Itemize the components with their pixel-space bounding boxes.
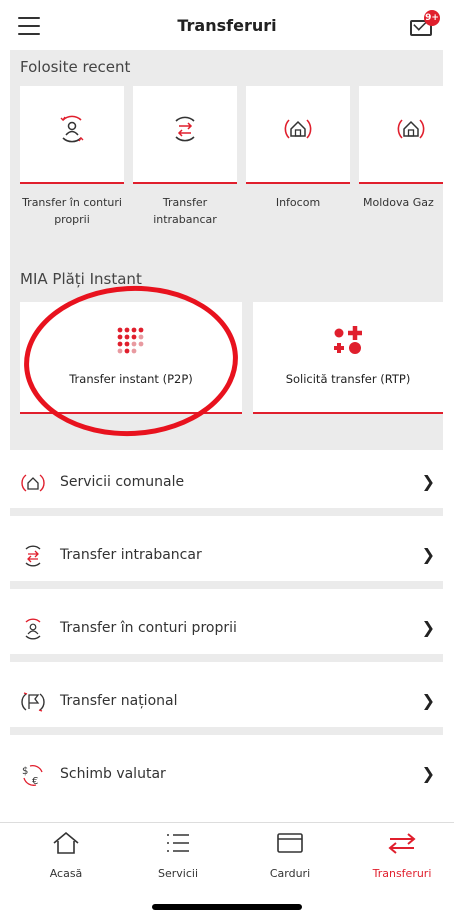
- currency-exchange-icon: $ €: [22, 764, 43, 787]
- list-icon: [167, 834, 189, 852]
- tab-home[interactable]: Acasă: [16, 831, 116, 880]
- rtp-request-label: Solicită transfer (RTP): [285, 372, 411, 386]
- transfer-icon: [388, 833, 416, 854]
- home-indicator: [152, 904, 302, 910]
- list-item-label: Schimb valutar: [60, 766, 166, 782]
- recent-card-infocom[interactable]: [246, 86, 350, 184]
- exchange-arrows-icon: [175, 116, 195, 142]
- chevron-right-icon: ❯: [421, 691, 435, 710]
- chevron-right-icon: ❯: [421, 618, 435, 637]
- recent-label-moldova-gaz: Moldova Gaz: [363, 196, 434, 209]
- bottom-tab-bar: Acasă Servicii Carduri Transferuri: [0, 822, 454, 892]
- list-item-utility-services[interactable]: Servicii comunale ❯: [10, 452, 443, 516]
- list-item-label: Transfer în conturi proprii: [60, 620, 237, 636]
- person-cycle-icon: [60, 115, 84, 143]
- recent-card-own-accounts[interactable]: [20, 86, 124, 184]
- tab-label: Carduri: [269, 867, 311, 880]
- tab-cards[interactable]: Carduri: [240, 831, 340, 880]
- list-item-label: Transfer național: [60, 693, 178, 709]
- chevron-right-icon: ❯: [421, 764, 435, 783]
- house-icon: [284, 119, 312, 139]
- mail-badge: 9+: [424, 10, 440, 26]
- person-cycle-icon: [25, 618, 41, 640]
- flag-icon: [21, 692, 45, 712]
- recent-label-intrabank: Transfer intrabancar: [153, 196, 217, 226]
- recent-card-intrabank[interactable]: [133, 86, 237, 184]
- recent-card-moldova-gaz[interactable]: [359, 86, 443, 184]
- list-item-national-transfer[interactable]: Transfer național ❯: [10, 671, 443, 735]
- card-icon: [277, 833, 303, 853]
- house-icon: [21, 474, 45, 492]
- list-item-intrabank[interactable]: Transfer intrabancar ❯: [10, 525, 443, 589]
- chevron-right-icon: ❯: [421, 472, 435, 491]
- tab-label: Transferuri: [372, 867, 432, 880]
- mail-icon[interactable]: 9+: [408, 10, 440, 40]
- tab-services[interactable]: Servicii: [128, 831, 228, 880]
- list-item-label: Servicii comunale: [60, 474, 185, 490]
- recent-label-infocom: Infocom: [275, 196, 321, 209]
- chevron-right-icon: ❯: [421, 545, 435, 564]
- plus-dots-icon: [334, 326, 362, 354]
- svg-text:$: $: [22, 766, 28, 777]
- list-item-currency-exchange[interactable]: $ € Schimb valutar ❯: [10, 744, 443, 814]
- recent-label-own-accounts: Transfer în conturi proprii: [22, 196, 122, 226]
- list-item-own-accounts[interactable]: Transfer în conturi proprii ❯: [10, 598, 443, 662]
- home-icon: [53, 831, 79, 854]
- list-item-label: Transfer intrabancar: [60, 547, 202, 563]
- exchange-arrows-icon: [25, 545, 41, 567]
- house-icon: [397, 119, 425, 139]
- rtp-request-card[interactable]: Solicită transfer (RTP): [253, 302, 443, 414]
- tab-label: Servicii: [158, 867, 198, 880]
- app-header: Transferuri 9+: [0, 0, 454, 56]
- page-title: Transferuri: [177, 16, 277, 35]
- recent-section-label: Folosite recent: [20, 58, 131, 76]
- tab-transfers[interactable]: Transferuri: [352, 831, 452, 880]
- tab-label: Acasă: [49, 867, 83, 880]
